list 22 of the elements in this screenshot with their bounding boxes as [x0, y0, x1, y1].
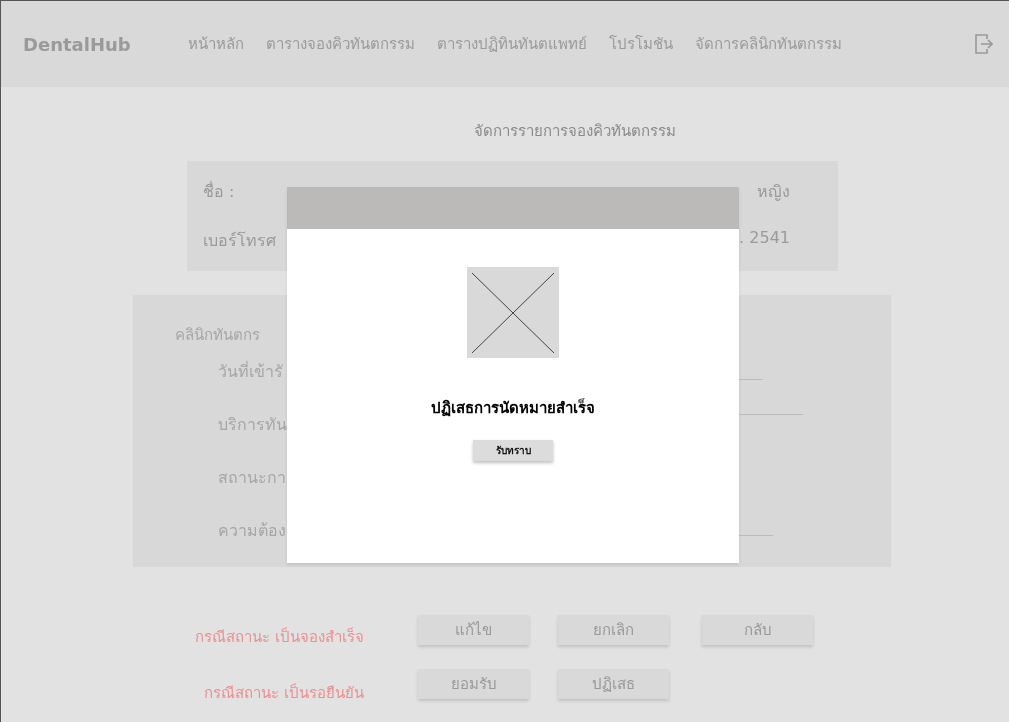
status-note: กรณีสถานะ เป็นรอยืนยัน — [203, 682, 364, 704]
action-button[interactable]: ยอมรับ — [418, 669, 529, 699]
page-title: จัดการรายการจองคิวทันตกรรม — [473, 121, 677, 141]
acknowledge-button[interactable]: รับทราบ — [473, 440, 553, 461]
field-label: เบอร์โทรศ — [203, 230, 276, 252]
brand-logo[interactable]: DentalHub — [23, 33, 188, 55]
nav-link[interactable]: หน้าหลัก — [188, 32, 244, 56]
nav-link[interactable]: โปรโมชัน — [609, 32, 673, 56]
action-button[interactable]: กลับ — [702, 615, 813, 645]
action-button[interactable]: ยกเลิก — [558, 615, 669, 645]
field-value: . 2541 — [739, 228, 790, 249]
field-label: ชื่อ : — [203, 180, 235, 203]
action-button[interactable]: แก้ไข — [418, 615, 529, 645]
image-placeholder-icon — [467, 267, 559, 358]
field-value: หญิง — [757, 181, 790, 203]
action-button[interactable]: ปฏิเสธ — [558, 669, 669, 699]
nav-link[interactable]: ตารางปฏิทินทันตแพทย์ — [437, 32, 587, 56]
logout-icon[interactable] — [975, 33, 993, 55]
dialog-message: ปฏิเสธการนัดหมายสำเร็จ — [431, 397, 595, 419]
nav-link[interactable]: ตารางจองคิวทันตกรรม — [266, 32, 415, 56]
status-note: กรณีสถานะ เป็นจองสำเร็จ — [194, 626, 364, 648]
nav-link[interactable]: จัดการคลินิกทันตกรรม — [695, 32, 842, 56]
